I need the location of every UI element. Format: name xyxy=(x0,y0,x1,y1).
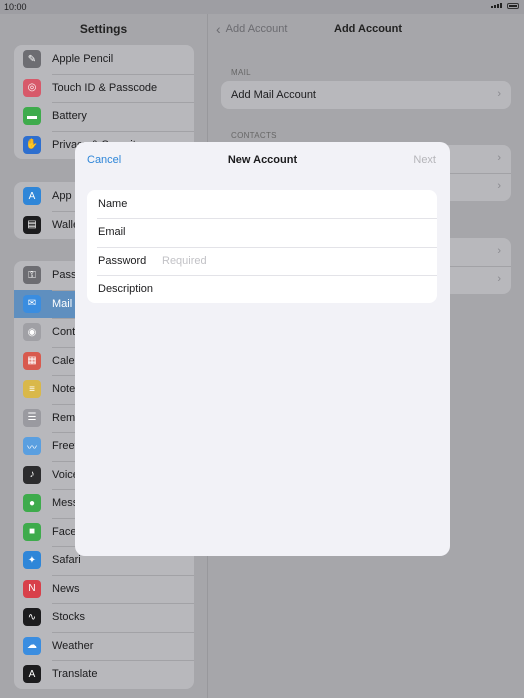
news-icon: N xyxy=(23,579,41,598)
email-field-row: Email xyxy=(87,218,437,246)
contacts-section-header: CONTACTS xyxy=(231,131,277,140)
chevron-right-icon: › xyxy=(497,88,501,100)
stocks-icon: ∿ xyxy=(23,608,41,627)
name-field-row: Name xyxy=(87,190,437,218)
back-label: Add Account xyxy=(225,23,288,35)
email-label: Email xyxy=(98,226,126,239)
sidebar-item-apple-pencil[interactable]: ✎ Apple Pencil xyxy=(14,45,194,74)
status-bar: 10:00 xyxy=(0,0,524,14)
chevron-right-icon: › xyxy=(497,152,501,164)
weather-icon: ☁ xyxy=(23,636,41,655)
description-label: Description xyxy=(98,283,154,296)
chevron-right-icon: › xyxy=(497,180,501,192)
mail-section-header: MAIL xyxy=(231,68,251,77)
mail-group: Add Mail Account › xyxy=(221,81,511,109)
name-label: Name xyxy=(98,198,128,211)
sidebar-item-label: Weather xyxy=(52,639,94,652)
description-field-row: Description xyxy=(87,274,437,303)
email-input[interactable] xyxy=(162,226,422,239)
chevron-right-icon: › xyxy=(497,245,501,257)
key-icon: ⚿ xyxy=(23,266,41,285)
sidebar-item-stocks[interactable]: ∿ Stocks xyxy=(14,603,194,632)
password-label: Password xyxy=(98,254,147,267)
freeform-icon: 〰 xyxy=(23,437,41,456)
battery-icon: ▬ xyxy=(23,107,41,126)
voice-memos-icon: ♪ xyxy=(23,465,41,484)
sidebar-item-label: Mail xyxy=(52,297,73,310)
next-button[interactable]: Next xyxy=(413,154,436,166)
chevron-left-icon: ‹ xyxy=(216,21,221,37)
page-title: Add Account xyxy=(334,23,403,35)
sidebar-item-news[interactable]: N News xyxy=(14,574,194,604)
sidebar-item-label: Safari xyxy=(52,554,81,567)
translate-icon: A xyxy=(23,665,41,684)
back-button[interactable]: ‹ Add Account xyxy=(216,21,288,37)
battery-status-icon xyxy=(507,3,519,9)
sidebar-item-translate[interactable]: A Translate xyxy=(14,660,194,689)
sidebar-item-weather[interactable]: ☁ Weather xyxy=(14,631,194,661)
chevron-right-icon: › xyxy=(497,273,501,285)
sheet-title: New Account xyxy=(227,154,298,166)
password-field-row: Password xyxy=(87,246,437,275)
facetime-icon: ■ xyxy=(23,522,41,541)
notes-icon: ≡ xyxy=(23,380,41,399)
sidebar-item-label: Translate xyxy=(52,668,98,681)
account-option-label: Add Mail Account xyxy=(231,89,316,101)
pencil-icon: ✎ xyxy=(23,50,41,69)
sidebar-item-battery[interactable]: ▬ Battery xyxy=(14,102,194,131)
description-input[interactable] xyxy=(162,283,422,296)
fingerprint-icon: ◎ xyxy=(23,78,41,97)
account-form: Name Email Password Description xyxy=(87,190,437,304)
sidebar-item-label: Stocks xyxy=(52,611,86,624)
account-option-add-mail-account[interactable]: Add Mail Account › xyxy=(221,81,511,109)
sidebar-item-label: News xyxy=(52,582,80,595)
mail-icon: ✉ xyxy=(23,294,41,313)
password-input[interactable] xyxy=(162,254,422,267)
app-store-icon: A xyxy=(23,187,41,206)
sidebar-item-touch-id-passcode[interactable]: ◎ Touch ID & Passcode xyxy=(14,73,194,103)
messages-icon: ● xyxy=(23,494,41,513)
safari-icon: ✦ xyxy=(23,551,41,570)
reminders-icon: ☰ xyxy=(23,408,41,427)
sidebar-item-label: Battery xyxy=(52,110,87,123)
signal-icon xyxy=(491,3,502,8)
calendar-icon: ▦ xyxy=(23,351,41,370)
status-time: 10:00 xyxy=(4,2,27,12)
contacts-icon: ◉ xyxy=(23,323,41,342)
sidebar-item-label: Touch ID & Passcode xyxy=(52,81,158,94)
sidebar-item-label: Apple Pencil xyxy=(52,53,114,66)
name-input[interactable] xyxy=(162,198,422,211)
hand-icon: ✋ xyxy=(23,135,41,154)
settings-title: Settings xyxy=(79,22,128,36)
new-account-sheet: Cancel New Account Next Name Email Passwor… xyxy=(75,142,450,556)
wallet-icon: ▤ xyxy=(23,215,41,234)
